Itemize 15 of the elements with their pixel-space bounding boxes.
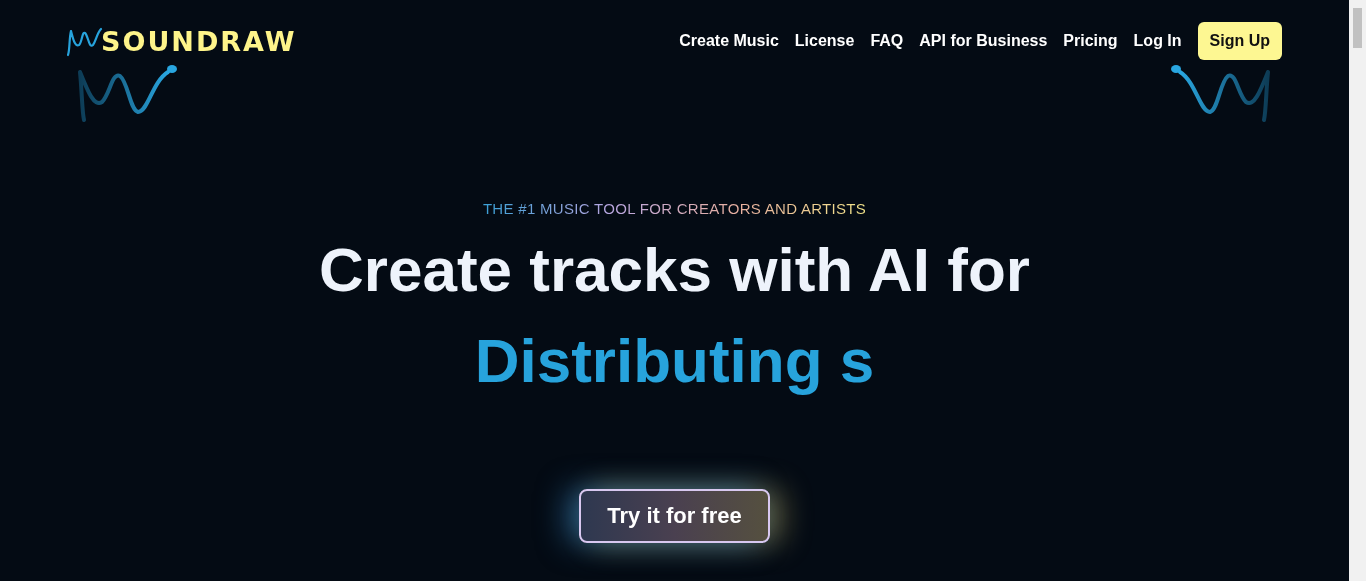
nav-link[interactable]: Create Music — [679, 32, 779, 50]
wave-logo-icon — [67, 25, 105, 57]
nav-link[interactable]: Pricing — [1063, 32, 1118, 50]
nav-link[interactable]: API for Business — [919, 32, 1048, 50]
nav-link[interactable]: License — [794, 32, 855, 50]
hero-highlight: Distributing s — [474, 328, 875, 394]
sign-up-button[interactable]: Sign Up — [1197, 22, 1282, 60]
scrollbar[interactable] — [1349, 0, 1366, 581]
nav-link[interactable]: FAQ — [870, 32, 904, 50]
try-free-button[interactable]: Try it for free — [579, 489, 770, 544]
nav-link[interactable]: Log In — [1133, 32, 1182, 50]
logo-text[interactable]: SOUNDRAW — [101, 26, 297, 57]
wave-icon — [76, 62, 180, 124]
hero-title: Create tracks with AI for — [319, 237, 1030, 303]
wave-icon — [1168, 62, 1272, 124]
